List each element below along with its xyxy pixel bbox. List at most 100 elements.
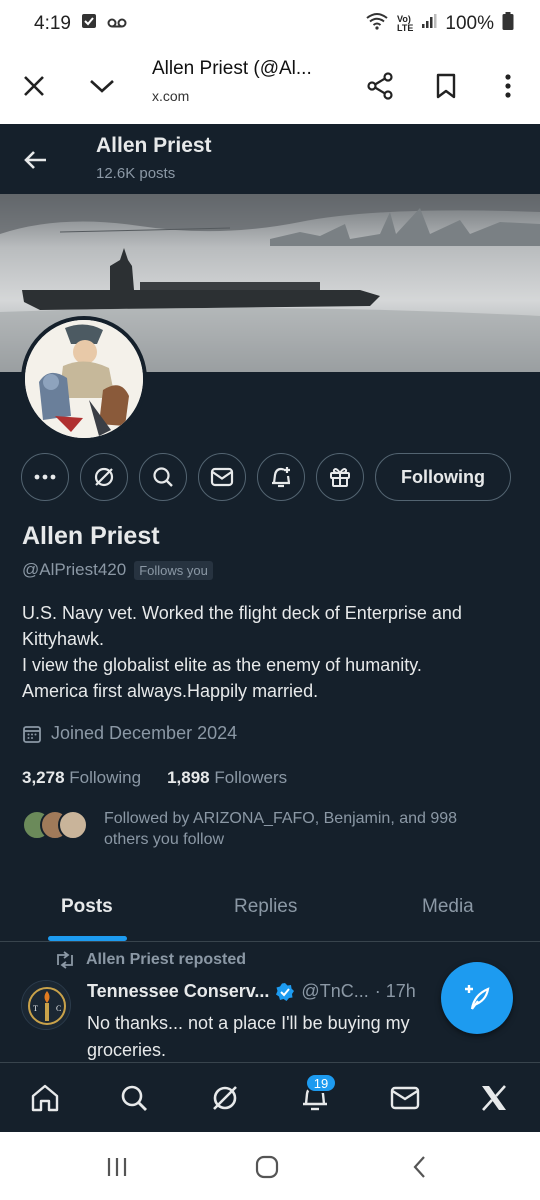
nav-x-premium[interactable] xyxy=(477,1081,511,1115)
profile-name: Allen Priest xyxy=(22,522,160,550)
x-logo-icon xyxy=(482,1085,506,1111)
search-icon xyxy=(153,467,173,487)
more-options-button[interactable] xyxy=(478,56,538,116)
tweet-author-name[interactable]: Tennessee Conserv... xyxy=(87,981,269,1002)
nav-home[interactable] xyxy=(28,1081,62,1115)
tweet-header: Tennessee Conserv... @TnC... · 17h xyxy=(87,981,416,1002)
calendar-icon xyxy=(23,725,41,743)
collapse-button[interactable] xyxy=(72,56,132,116)
checkbox-icon xyxy=(81,13,97,35)
recents-button[interactable] xyxy=(102,1152,132,1182)
handle-row: @AlPriest420 Follows you xyxy=(22,560,213,580)
message-button[interactable] xyxy=(198,453,246,501)
joined-date: Joined December 2024 xyxy=(22,723,237,744)
following-button[interactable]: Following xyxy=(375,453,511,501)
compose-feather-icon xyxy=(465,985,490,1010)
notification-count-badge: 19 xyxy=(305,1073,337,1093)
followers-count-link[interactable]: 1,898 Followers xyxy=(167,768,287,788)
profile-header: Allen Priest 12.6K posts xyxy=(0,124,540,194)
followed-by-avatars xyxy=(22,810,88,842)
gift-button[interactable] xyxy=(316,453,364,501)
back-button[interactable] xyxy=(18,142,54,178)
nav-grok[interactable] xyxy=(208,1081,242,1115)
tweet-text[interactable]: No thanks... not a place I'll be buying … xyxy=(87,1010,457,1064)
following-count-link[interactable]: 3,278 Following xyxy=(22,768,141,788)
bell-plus-icon xyxy=(272,467,291,488)
svg-text:C: C xyxy=(56,1004,61,1013)
follow-counts: 3,278 Following 1,898 Followers xyxy=(22,768,287,788)
more-horizontal-icon xyxy=(34,474,56,480)
status-bar: 4:19 Vo) LTE 100% xyxy=(0,0,540,48)
more-button[interactable] xyxy=(21,453,69,501)
repost-indicator: Allen Priest reposted xyxy=(54,951,246,969)
browser-url: x.com xyxy=(152,88,190,104)
back-chevron-icon xyxy=(413,1156,425,1178)
tab-posts[interactable]: Posts xyxy=(61,896,113,918)
avatar xyxy=(58,810,88,840)
home-circle-icon xyxy=(255,1155,279,1179)
avatar-image xyxy=(25,320,143,438)
status-left: 4:19 xyxy=(34,13,127,35)
nav-search[interactable] xyxy=(117,1081,151,1115)
grok-icon xyxy=(94,467,114,487)
battery-percent: 100% xyxy=(445,13,494,34)
repost-label: Allen Priest reposted xyxy=(86,951,247,968)
android-nav-bar xyxy=(0,1132,540,1200)
followed-by-text: Followed by ARIZONA_FAFO, Benjamin, and … xyxy=(104,810,458,848)
back-nav-button[interactable] xyxy=(404,1152,434,1182)
bottom-nav: 19 xyxy=(0,1062,540,1132)
followers-label: Followers xyxy=(214,768,288,787)
grok-button[interactable] xyxy=(80,453,128,501)
bio-line: America first always.Happily married. xyxy=(22,681,319,701)
chevron-down-icon xyxy=(90,80,114,93)
browser-bar: Allen Priest (@Al... x.com xyxy=(0,48,540,124)
share-button[interactable] xyxy=(350,56,410,116)
following-count: 3,278 xyxy=(22,768,65,787)
follows-you-badge: Follows you xyxy=(134,560,213,580)
profile-tabs: Posts Replies Media xyxy=(0,880,540,942)
svg-text:T: T xyxy=(33,1004,38,1013)
followed-by[interactable]: Followed by ARIZONA_FAFO, Benjamin, and … xyxy=(22,808,504,850)
profile-handle: @AlPriest420 xyxy=(22,560,127,579)
tab-media[interactable]: Media xyxy=(422,896,474,918)
tweet-author-handle: @TnC... xyxy=(301,981,369,1001)
share-icon xyxy=(367,72,393,100)
tab-replies[interactable]: Replies xyxy=(234,896,297,918)
joined-text: Joined December 2024 xyxy=(51,723,238,743)
status-right: Vo) LTE 100% xyxy=(365,12,514,36)
more-vertical-icon xyxy=(505,74,511,98)
compose-post-button[interactable] xyxy=(441,962,513,1034)
recents-icon xyxy=(107,1158,127,1176)
profile-bio: U.S. Navy vet. Worked the flight deck of… xyxy=(22,600,522,704)
header-name: Allen Priest xyxy=(96,134,212,157)
repost-icon xyxy=(57,951,73,969)
verified-badge-icon xyxy=(276,982,295,1001)
browser-title-area[interactable]: Allen Priest (@Al... x.com xyxy=(152,58,342,104)
wifi-icon xyxy=(365,12,389,36)
profile-avatar[interactable] xyxy=(21,316,147,442)
bookmark-button[interactable] xyxy=(416,56,476,116)
notify-button[interactable] xyxy=(257,453,305,501)
header-posts-count: 12.6K posts xyxy=(96,165,176,182)
voicemail-icon xyxy=(107,13,127,35)
close-icon xyxy=(24,76,44,96)
grok-icon xyxy=(213,1086,237,1110)
bookmark-icon xyxy=(436,73,456,99)
active-tab-indicator xyxy=(48,936,127,941)
bio-line: I view the globalist elite as the enemy … xyxy=(22,655,422,675)
gift-icon xyxy=(330,468,350,487)
nav-messages[interactable] xyxy=(388,1081,422,1115)
tweet-author-avatar[interactable]: TC xyxy=(21,980,71,1030)
tweet-time: · 17h xyxy=(374,981,416,1001)
followers-count: 1,898 xyxy=(167,768,210,787)
search-icon xyxy=(121,1085,147,1111)
back-arrow-icon xyxy=(24,151,46,169)
mail-icon xyxy=(210,467,234,487)
signal-icon xyxy=(421,13,437,35)
profile-actions: Following xyxy=(21,453,511,501)
search-profile-button[interactable] xyxy=(139,453,187,501)
close-button[interactable] xyxy=(4,56,64,116)
bio-line: U.S. Navy vet. Worked the flight deck of… xyxy=(22,603,462,649)
home-button[interactable] xyxy=(252,1152,282,1182)
home-icon xyxy=(31,1084,59,1112)
